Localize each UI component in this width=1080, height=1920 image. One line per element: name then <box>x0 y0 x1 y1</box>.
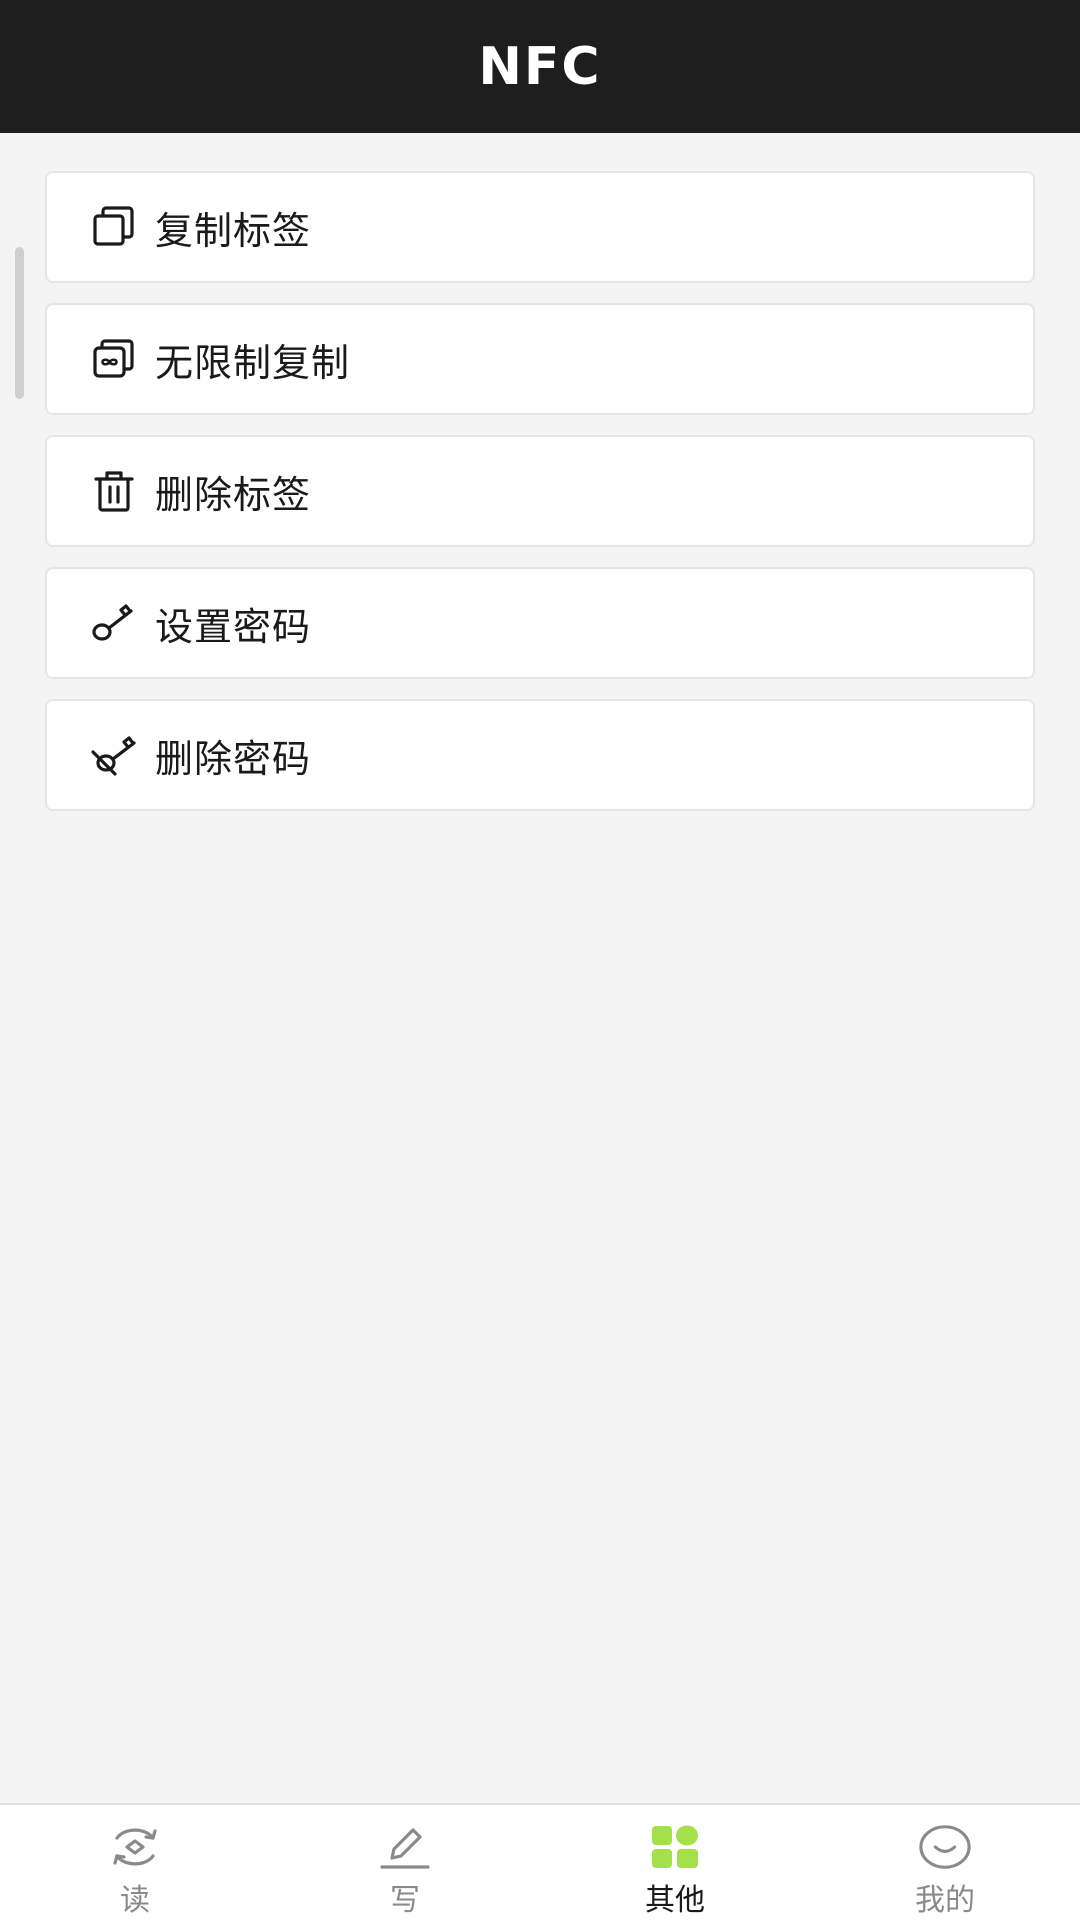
scrollbar[interactable] <box>15 247 24 399</box>
key-icon <box>89 598 139 648</box>
trash-icon <box>89 466 139 516</box>
infinite-copy-icon <box>89 334 139 384</box>
copy-icon <box>89 202 139 252</box>
menu-list: 复制标签 无限制复制 删除标签 设置密码 删除密码 <box>45 171 1035 831</box>
bottom-tab-bar: 读 写 其他 我的 <box>0 1803 1080 1920</box>
menu-item-label: 删除标签 <box>155 472 312 517</box>
menu-item-set-password[interactable]: 设置密码 <box>45 567 1035 679</box>
tab-mine[interactable]: 我的 <box>810 1805 1080 1920</box>
content-area: 复制标签 无限制复制 删除标签 设置密码 删除密码 <box>0 133 1080 1803</box>
tab-write[interactable]: 写 <box>270 1805 540 1920</box>
smile-icon <box>918 1823 972 1871</box>
tab-other[interactable]: 其他 <box>540 1805 810 1920</box>
key-off-icon <box>89 730 139 780</box>
tab-label: 其他 <box>645 1883 705 1918</box>
tab-read[interactable]: 读 <box>0 1805 270 1920</box>
app-bar: NFC <box>0 0 1080 133</box>
menu-item-label: 删除密码 <box>155 736 312 781</box>
tab-label: 我的 <box>915 1883 975 1918</box>
menu-item-label: 设置密码 <box>155 604 312 649</box>
grid-icon <box>648 1823 702 1871</box>
pencil-icon <box>378 1823 432 1871</box>
menu-item-label: 无限制复制 <box>155 340 351 385</box>
tab-label: 读 <box>120 1883 150 1918</box>
page-title: NFC <box>478 36 602 97</box>
menu-item-copy-tag[interactable]: 复制标签 <box>45 171 1035 283</box>
menu-item-label: 复制标签 <box>155 208 312 253</box>
menu-item-delete-password[interactable]: 删除密码 <box>45 699 1035 811</box>
tab-label: 写 <box>390 1883 420 1918</box>
read-eye-icon <box>108 1823 162 1871</box>
menu-item-delete-tag[interactable]: 删除标签 <box>45 435 1035 547</box>
menu-item-unlimited-copy[interactable]: 无限制复制 <box>45 303 1035 415</box>
